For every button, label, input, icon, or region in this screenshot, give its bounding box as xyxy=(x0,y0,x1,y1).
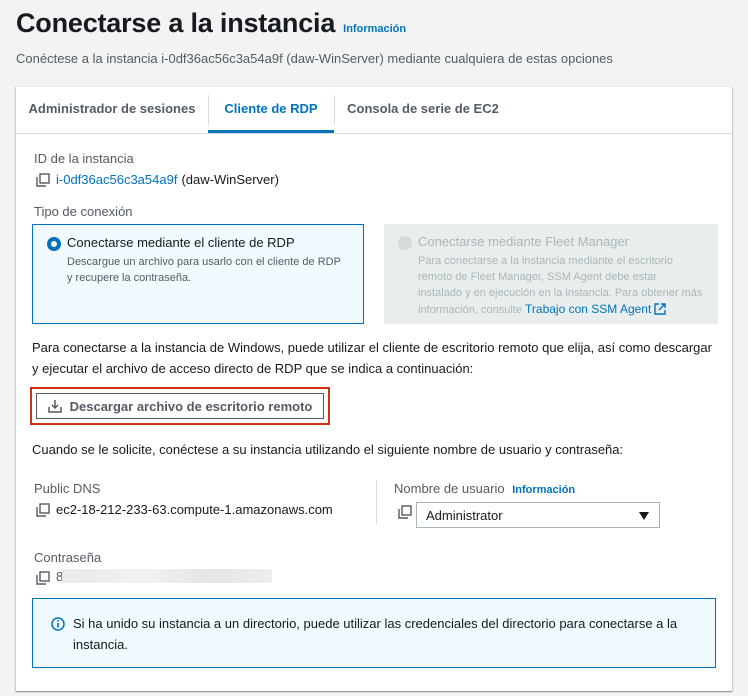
download-highlight: Descargar archivo de escritorio remoto xyxy=(30,387,330,425)
username-label: Nombre de usuario xyxy=(394,481,505,496)
password-redacted xyxy=(62,569,272,583)
page-description: Conéctese a la instancia i-0df36ac56c3a5… xyxy=(16,51,613,66)
instructions-text: Para conectarse a la instancia de Window… xyxy=(32,340,712,376)
public-dns-label: Public DNS xyxy=(34,481,101,496)
username-label-row: Nombre de usuario Información xyxy=(394,481,575,496)
tab-serial-console[interactable]: Consola de serie de EC2 xyxy=(334,87,512,133)
tab-bar: Administrador de sesiones Cliente de RDP… xyxy=(16,87,732,134)
directory-info-alert: Si ha unido su instancia a un directorio… xyxy=(32,598,716,668)
ssm-agent-link[interactable]: Trabajo con SSM Agent xyxy=(525,302,651,316)
info-link[interactable]: Información xyxy=(343,23,406,35)
username-selected-value: Administrator xyxy=(426,507,503,523)
title-row: Conectarse a la instancia Información xyxy=(16,8,732,39)
copy-icon[interactable] xyxy=(36,571,50,585)
info-icon xyxy=(51,617,65,631)
page-header: Conectarse a la instancia Información Co… xyxy=(16,8,732,66)
instance-id-label: ID de la instancia xyxy=(34,151,134,166)
password-label: Contraseña xyxy=(34,550,102,565)
column-divider xyxy=(376,480,377,524)
tab-rdp-client[interactable]: Cliente de RDP xyxy=(208,87,334,133)
fleet-option-title: Conectarse mediante Fleet Manager xyxy=(418,234,630,249)
connection-type-label: Tipo de conexión xyxy=(34,204,133,219)
external-link-icon[interactable] xyxy=(654,303,667,315)
tab-session-manager[interactable]: Administrador de sesiones xyxy=(16,87,208,133)
rdp-client-option[interactable]: Conectarse mediante el cliente de RDP De… xyxy=(32,224,364,324)
download-rdp-button[interactable]: Descargar archivo de escritorio remoto xyxy=(36,393,324,419)
radio-selected[interactable] xyxy=(47,237,61,251)
rdp-option-title: Conectarse mediante el cliente de RDP xyxy=(67,235,295,250)
caret-down-icon xyxy=(639,512,649,520)
copy-icon[interactable] xyxy=(398,505,412,519)
copy-icon[interactable] xyxy=(36,172,50,187)
username-select[interactable]: Administrator xyxy=(416,502,660,528)
rdp-option-description: Descargue un archivo para usarlo con el … xyxy=(67,256,341,284)
radio-disabled xyxy=(398,236,412,250)
download-icon xyxy=(47,400,62,413)
fleet-option-description: Para conectarse a la instancia mediante … xyxy=(418,253,704,318)
instance-id-value: i-0df36ac56c3a54a9f (daw-WinServer) xyxy=(36,172,279,187)
page-title: Conectarse a la instancia xyxy=(16,8,336,38)
instance-name: (daw-WinServer) xyxy=(181,172,279,187)
username-info-link[interactable]: Información xyxy=(512,484,575,496)
connect-card: Administrador de sesiones Cliente de RDP… xyxy=(16,86,732,691)
instance-id-link[interactable]: i-0df36ac56c3a54a9f xyxy=(56,172,177,187)
fleet-manager-option: Conectarse mediante Fleet Manager Para c… xyxy=(384,224,718,324)
alert-text: Si ha unido su instancia a un directorio… xyxy=(73,616,678,652)
public-dns-value-row: ec2-18-212-233-63.compute-1.amazonaws.co… xyxy=(36,502,333,517)
credentials-prompt: Cuando se le solicite, conéctese a su in… xyxy=(32,442,624,457)
public-dns-value: ec2-18-212-233-63.compute-1.amazonaws.co… xyxy=(56,502,333,517)
copy-icon[interactable] xyxy=(36,502,50,517)
download-button-label: Descargar archivo de escritorio remoto xyxy=(69,398,313,414)
